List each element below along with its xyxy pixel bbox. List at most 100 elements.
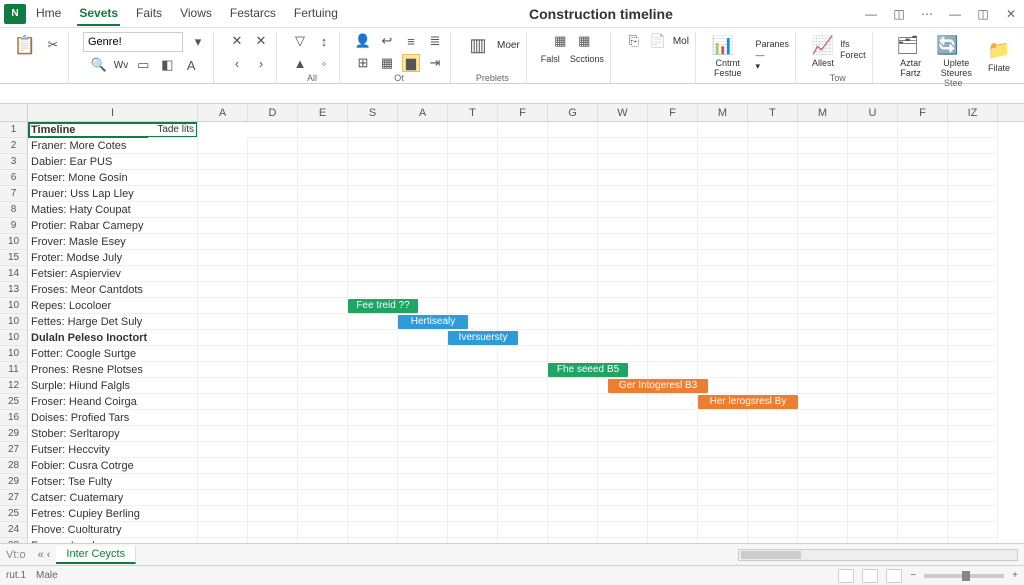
cell[interactable]: [748, 218, 798, 234]
cell[interactable]: [248, 410, 298, 426]
gantt-bar[interactable]: Iversuersty: [448, 331, 518, 345]
cell[interactable]: [398, 474, 448, 490]
cell[interactable]: [598, 346, 648, 362]
column-header[interactable]: I: [28, 104, 198, 121]
cell[interactable]: [948, 218, 998, 234]
arrow-left-icon[interactable]: ‹: [228, 54, 246, 72]
cell-label[interactable]: Repes: Locoloer: [28, 298, 198, 314]
cell[interactable]: [898, 298, 948, 314]
cell[interactable]: [548, 330, 598, 346]
cell[interactable]: [898, 234, 948, 250]
gantt-bar[interactable]: Fee treid ??: [348, 299, 418, 313]
menu-festarcs[interactable]: Festarcs: [228, 2, 278, 26]
cell[interactable]: [248, 362, 298, 378]
cell[interactable]: [198, 426, 248, 442]
cell[interactable]: [748, 442, 798, 458]
cell[interactable]: [648, 266, 698, 282]
cell[interactable]: [798, 458, 848, 474]
cell[interactable]: [348, 202, 398, 218]
cell[interactable]: [398, 426, 448, 442]
cell[interactable]: [298, 170, 348, 186]
cell[interactable]: [498, 170, 548, 186]
cell-label[interactable]: Fobier: Cusra Cotrge: [28, 458, 198, 474]
cell[interactable]: [948, 138, 998, 154]
cell[interactable]: [498, 490, 548, 506]
highlight-fill-icon[interactable]: ▆: [402, 54, 420, 72]
cell[interactable]: [298, 490, 348, 506]
cell[interactable]: [248, 474, 298, 490]
cell[interactable]: [698, 442, 748, 458]
indent-icon[interactable]: ⇥: [426, 54, 444, 72]
cell[interactable]: [648, 362, 698, 378]
cell[interactable]: [848, 202, 898, 218]
cell[interactable]: [198, 538, 248, 543]
cell[interactable]: [698, 202, 748, 218]
cell[interactable]: [348, 250, 398, 266]
cell[interactable]: [198, 330, 248, 346]
cell[interactable]: [248, 314, 298, 330]
cell[interactable]: [698, 346, 748, 362]
cell[interactable]: [348, 138, 398, 154]
gantt-bar[interactable]: Ger Intogeresl B3: [608, 379, 708, 393]
row-header[interactable]: 7: [0, 186, 28, 202]
cell[interactable]: [848, 298, 898, 314]
cell[interactable]: [248, 266, 298, 282]
cell[interactable]: [648, 426, 698, 442]
copy-icon[interactable]: ⎘: [625, 32, 643, 50]
cell[interactable]: [498, 202, 548, 218]
cell[interactable]: [348, 266, 398, 282]
cell[interactable]: [748, 298, 798, 314]
cell[interactable]: [948, 266, 998, 282]
align-right-icon[interactable]: ≣: [426, 32, 444, 50]
cell[interactable]: [548, 458, 598, 474]
cell[interactable]: [698, 282, 748, 298]
cell[interactable]: [348, 458, 398, 474]
cell[interactable]: [648, 410, 698, 426]
undo-x-icon[interactable]: ✕: [228, 32, 246, 50]
cell[interactable]: [848, 378, 898, 394]
cell[interactable]: [198, 170, 248, 186]
cell[interactable]: [798, 522, 848, 538]
row-header[interactable]: 2: [0, 138, 28, 154]
cell[interactable]: [798, 186, 848, 202]
cell[interactable]: [898, 394, 948, 410]
cell[interactable]: [698, 298, 748, 314]
cell[interactable]: [748, 202, 798, 218]
cell[interactable]: [648, 170, 698, 186]
cell[interactable]: [298, 474, 348, 490]
cell[interactable]: [298, 250, 348, 266]
cell[interactable]: [748, 314, 798, 330]
row-header[interactable]: 11: [0, 362, 28, 378]
cell[interactable]: [948, 538, 998, 543]
cell[interactable]: [248, 490, 298, 506]
cell[interactable]: [848, 170, 898, 186]
menu-home[interactable]: Hme: [34, 2, 63, 26]
cell[interactable]: [198, 186, 248, 202]
column-header[interactable]: F: [898, 104, 948, 121]
cell[interactable]: [348, 154, 398, 170]
cell[interactable]: [448, 442, 498, 458]
cell[interactable]: [698, 186, 748, 202]
filate-icon[interactable]: 📁: [986, 37, 1012, 63]
font-name-select[interactable]: [83, 32, 183, 52]
cell[interactable]: [948, 410, 998, 426]
cell[interactable]: [798, 122, 848, 138]
cell[interactable]: [498, 186, 548, 202]
cell[interactable]: [598, 506, 648, 522]
merge-icon[interactable]: ⊞: [354, 54, 372, 72]
cell[interactable]: [448, 234, 498, 250]
column-header[interactable]: T: [748, 104, 798, 121]
cell[interactable]: [248, 138, 298, 154]
row-header[interactable]: 13: [0, 282, 28, 298]
hscroll-thumb[interactable]: [741, 551, 801, 559]
cell[interactable]: [798, 138, 848, 154]
cell-label[interactable]: Dabier: Ear PUS: [28, 154, 198, 170]
row-header[interactable]: 3: [0, 154, 28, 170]
cell[interactable]: [548, 250, 598, 266]
cell[interactable]: [398, 378, 448, 394]
menu-faits[interactable]: Faits: [134, 2, 164, 26]
cell[interactable]: [698, 138, 748, 154]
border-icon[interactable]: ▭: [134, 56, 152, 74]
cell-label[interactable]: Fotser: Tse Fulty: [28, 474, 198, 490]
cell[interactable]: [848, 410, 898, 426]
